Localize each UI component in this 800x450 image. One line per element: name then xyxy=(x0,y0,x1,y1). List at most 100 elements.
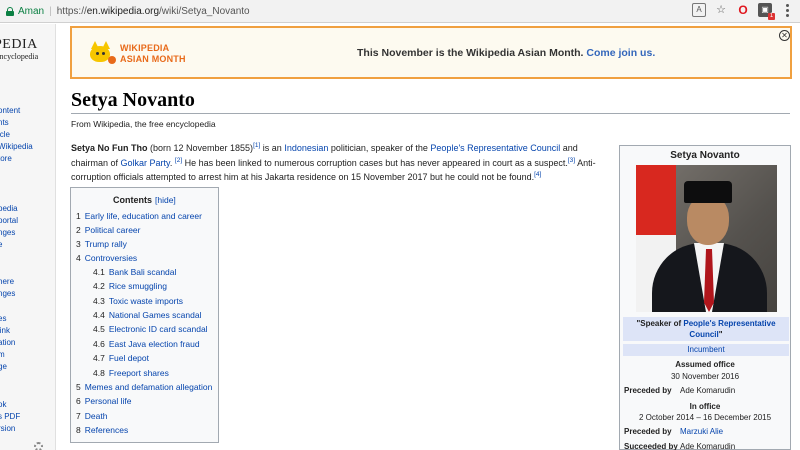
sidebar-link[interactable]: s PDF xyxy=(0,412,20,421)
link-indonesian[interactable]: Indonesian xyxy=(284,143,328,153)
sidebar-link[interactable]: icle xyxy=(0,130,10,139)
toc-item[interactable]: 8 References xyxy=(76,425,128,435)
sidebar-link[interactable]: ation xyxy=(0,338,15,347)
toc-item[interactable]: 4.5 Electronic ID card scandal xyxy=(93,324,208,334)
caption-link[interactable]: People's Representative Council xyxy=(683,319,775,339)
portrait-photo[interactable] xyxy=(636,165,777,312)
sidebar-link[interactable]: m xyxy=(0,350,5,359)
wikipedia-logo-subtitle: encyclopedia xyxy=(0,52,39,61)
toc-hide-toggle[interactable]: [hide] xyxy=(155,195,176,205)
sidebar-link[interactable]: rsion xyxy=(0,424,15,433)
toc-num: 5 xyxy=(76,382,81,392)
extension-icon[interactable]: ▣ 1 xyxy=(758,3,775,20)
toc-text: Political career xyxy=(84,225,141,235)
sidebar-link[interactable]: nges xyxy=(0,228,15,237)
subject-name: Setya No Fun Tho xyxy=(71,143,148,153)
translate-icon[interactable]: A xyxy=(692,3,706,17)
lead-paragraph: Setya No Fun Tho (born 12 November 1855)… xyxy=(71,141,611,185)
join-link[interactable]: Come join us. xyxy=(586,47,655,59)
lead-text: (born 12 November 1855) xyxy=(147,143,254,153)
sidebar-link[interactable]: nts xyxy=(0,118,9,127)
sidebar-link[interactable]: portal xyxy=(0,216,18,225)
succeeded-by-label: Succeeded by xyxy=(624,442,678,450)
toc-text: Rice smuggling xyxy=(108,281,167,291)
toc-text: Toxic waste imports xyxy=(108,296,183,306)
toc-item[interactable]: 4.8 Freeport shares xyxy=(93,368,169,378)
toc-num: 4.8 xyxy=(93,368,105,378)
in-office-label: In office xyxy=(689,402,721,411)
assumed-office-date: 30 November 2016 xyxy=(670,372,740,381)
left-sidebar: PEDIA encyclopedia ontent nts icle Wikip… xyxy=(0,24,56,450)
preceded-by-label: Preceded by xyxy=(624,386,672,395)
toc-num: 4.6 xyxy=(93,339,105,349)
toc-item[interactable]: 4 Controversies xyxy=(76,253,137,263)
toc-text: Death xyxy=(84,411,108,421)
toc-num: 1 xyxy=(76,211,81,221)
toc-item[interactable]: 4.3 Toxic waste imports xyxy=(93,296,183,306)
toc-num: 6 xyxy=(76,396,81,406)
toc-item[interactable]: 4.4 National Games scandal xyxy=(93,310,201,320)
toc-item[interactable]: 6 Personal life xyxy=(76,396,132,406)
preceded-by-link[interactable]: Marzuki Alie xyxy=(680,427,723,436)
opera-icon[interactable]: O xyxy=(736,3,750,17)
toc-text: Electronic ID card scandal xyxy=(108,324,208,334)
lead-text: politician, speaker of the xyxy=(328,143,431,153)
sidebar-link[interactable]: here xyxy=(0,277,14,286)
infobox-title: Setya Novanto xyxy=(670,150,740,161)
secure-label: Aman xyxy=(18,5,45,17)
toc-text: Fuel depot xyxy=(108,353,149,363)
url-text[interactable]: https://en.wikipedia.org/wiki/Setya_Nova… xyxy=(57,6,250,17)
incumbent-label[interactable]: Incumbent xyxy=(623,344,789,356)
toc-num: 4.3 xyxy=(93,296,105,306)
toc-text: Early life, education and career xyxy=(84,211,202,221)
toc-item[interactable]: 4.2 Rice smuggling xyxy=(93,281,167,291)
asian-month-banner: WIKIPEDIA ASIAN MONTH This November is t… xyxy=(70,26,792,79)
extension-badge: 1 xyxy=(768,13,775,20)
table-of-contents: Contents [hide] 1 Early life, education a… xyxy=(70,187,219,443)
wikipedia-logo[interactable]: PEDIA xyxy=(0,37,38,53)
address-bar[interactable]: Aman | https://en.wikipedia.org/wiki/Set… xyxy=(0,0,800,23)
toc-item[interactable]: 3 Trump rally xyxy=(76,239,127,249)
star-icon[interactable]: ☆ xyxy=(714,3,728,17)
toc-num: 4.2 xyxy=(93,281,105,291)
link-golkar[interactable]: Golkar Party xyxy=(121,158,170,168)
toc-num: 4 xyxy=(76,253,81,263)
logo-line-1: WIKIPEDIA xyxy=(120,43,170,53)
toc-text: Freeport shares xyxy=(108,368,169,378)
toc-item[interactable]: 4.6 East Java election fraud xyxy=(93,339,200,349)
toc-text: References xyxy=(84,425,129,435)
toc-text: Personal life xyxy=(84,396,132,406)
sidebar-link[interactable]: pedia xyxy=(0,204,18,213)
asian-month-logo[interactable]: WIKIPEDIA ASIAN MONTH xyxy=(86,38,186,68)
url-prefix: https:// xyxy=(56,5,87,17)
url-host: en.wikipedia.org xyxy=(86,5,160,17)
toc-item[interactable]: 1 Early life, education and career xyxy=(76,211,202,221)
sidebar-link[interactable]: nges xyxy=(0,289,15,298)
sidebar-link[interactable]: e xyxy=(0,240,2,249)
toc-item[interactable]: 7 Death xyxy=(76,411,107,421)
url-path: /wiki/Setya_Novanto xyxy=(159,5,250,17)
toc-item[interactable]: 2 Political career xyxy=(76,225,140,235)
gear-icon[interactable] xyxy=(34,442,43,450)
close-icon[interactable]: ✕ xyxy=(779,30,790,41)
menu-icon[interactable] xyxy=(780,3,794,17)
infobox-caption: "Speaker of People's Representative Coun… xyxy=(623,317,789,341)
sidebar-link[interactable]: ge xyxy=(0,362,7,371)
toc-item[interactable]: 5 Memes and defamation allegation xyxy=(76,382,212,392)
sidebar-link[interactable]: es xyxy=(0,314,6,323)
link-prc[interactable]: People's Representative Council xyxy=(430,143,560,153)
toc-item[interactable]: 4.1 Bank Bali scandal xyxy=(93,267,176,277)
in-office-dates: 2 October 2014 – 16 December 2015 xyxy=(638,413,772,422)
sidebar-link[interactable]: ontent xyxy=(0,106,20,115)
toc-text: National Games scandal xyxy=(108,310,202,320)
toc-text: Trump rally xyxy=(84,239,127,249)
url-separator: | xyxy=(49,5,52,17)
sidebar-link[interactable]: Wikipedia xyxy=(0,142,33,151)
sidebar-link[interactable]: link xyxy=(0,326,10,335)
ref-link[interactable]: [4] xyxy=(534,171,541,178)
assumed-office-label: Assumed office xyxy=(675,360,735,369)
lead-text: is an xyxy=(260,143,285,153)
sidebar-link[interactable]: tore xyxy=(0,154,12,163)
sidebar-link[interactable]: ok xyxy=(0,400,6,409)
toc-item[interactable]: 4.7 Fuel depot xyxy=(93,353,149,363)
